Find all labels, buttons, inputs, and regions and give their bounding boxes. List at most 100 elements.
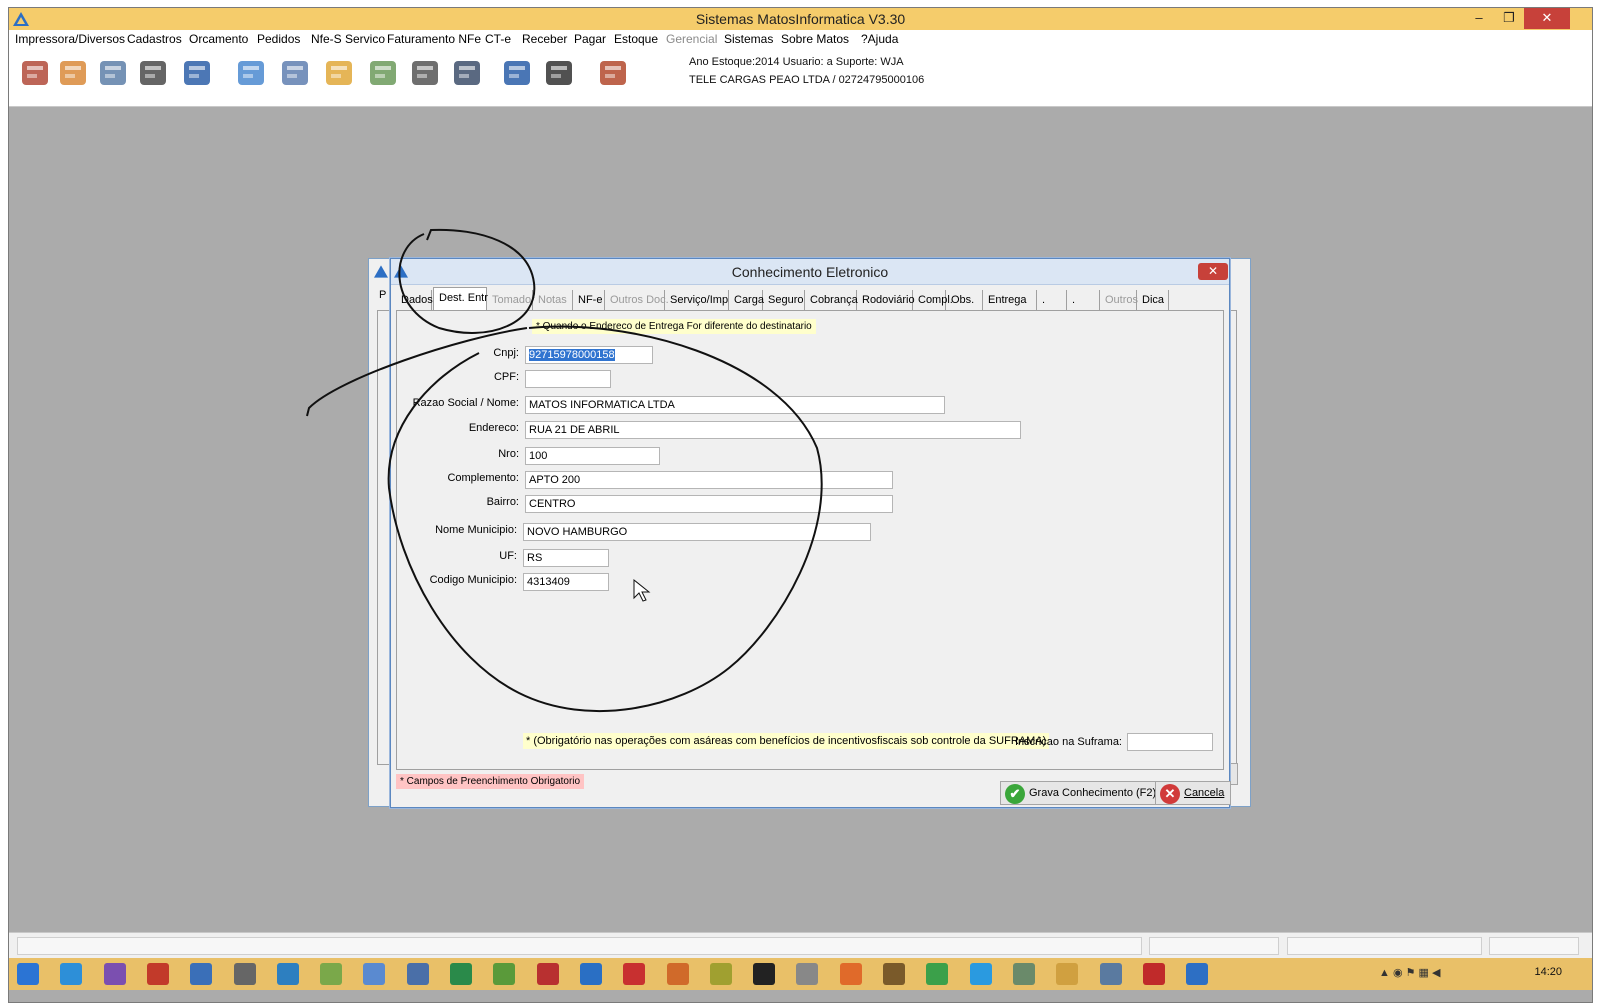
cancel-button-label: Cancela (1184, 787, 1225, 799)
menu-ajuda[interactable]: ?Ajuda (861, 32, 898, 46)
stamp-icon[interactable] (135, 55, 171, 91)
dialog-close-button[interactable]: ✕ (1198, 263, 1228, 280)
menu-receber[interactable]: Receber (522, 32, 567, 46)
calculator-icon[interactable] (541, 55, 577, 91)
app-icon[interactable] (450, 963, 472, 985)
tab-outros[interactable]: Outros (1100, 290, 1138, 310)
app-icon[interactable] (666, 963, 689, 985)
printer-icon[interactable] (95, 55, 131, 91)
start-icon[interactable] (17, 963, 39, 985)
tab-compl[interactable]: Compl. (913, 290, 953, 310)
firefox-icon[interactable] (839, 963, 862, 985)
app-icon[interactable] (579, 963, 602, 985)
app-icon[interactable] (276, 963, 299, 985)
razao-social-nome-value: MATOS INFORMATICA LTDA (529, 399, 675, 411)
menu-cadastros[interactable]: Cadastros (127, 32, 182, 46)
nfse-icon[interactable] (179, 55, 215, 91)
cancel-button[interactable]: ✕ Cancela (1155, 781, 1232, 805)
filezilla-icon[interactable] (146, 963, 169, 985)
ie-icon[interactable] (60, 963, 83, 985)
users-icon[interactable] (55, 55, 91, 91)
tab-dados[interactable]: Dados (396, 290, 433, 310)
suframa-input[interactable] (1127, 733, 1213, 751)
matos-icon[interactable] (1186, 963, 1209, 985)
document-icon[interactable] (277, 55, 313, 91)
menu-estoque[interactable]: Estoque (614, 32, 658, 46)
menu-pedidos[interactable]: Pedidos (257, 32, 300, 46)
menu-ct-e[interactable]: CT-e (485, 32, 511, 46)
tab-blank-15[interactable]: . (1067, 290, 1100, 310)
tray-icons[interactable]: ▲ ◉ ⚑ ▦ ◀ (1379, 966, 1440, 979)
checklist-icon[interactable] (407, 55, 443, 91)
pdf-icon[interactable] (1142, 963, 1165, 985)
minimize-button[interactable]: – (1464, 8, 1494, 29)
app-icon[interactable] (709, 963, 732, 985)
app-icon[interactable] (406, 963, 429, 985)
close-button[interactable]: ✕ (1524, 8, 1570, 29)
endereco-input[interactable]: RUA 21 DE ABRIL (525, 421, 1021, 439)
nro-input[interactable]: 100 (525, 447, 660, 465)
handshake-icon[interactable] (233, 55, 269, 91)
tab-entrega[interactable]: Entrega (983, 290, 1037, 310)
uf-input[interactable]: RS (523, 549, 609, 567)
tab-dest-entr[interactable]: Dest. Entr (433, 287, 488, 311)
folder-icon[interactable] (1056, 963, 1079, 985)
tab-nf-e[interactable]: NF-e (573, 290, 605, 310)
tab-carga[interactable]: Carga (729, 290, 764, 310)
skype-icon[interactable] (969, 963, 992, 985)
menu-sistemas[interactable]: Sistemas (724, 32, 773, 46)
app-icon[interactable] (753, 963, 776, 985)
app-icon[interactable] (493, 963, 516, 985)
clock[interactable]: 14:20 (1534, 966, 1562, 978)
dialog-titlebar[interactable]: Conhecimento Eletronico ✕ (391, 259, 1229, 285)
app-icon[interactable] (233, 963, 256, 985)
opera-icon[interactable] (536, 963, 559, 985)
status-bar (9, 932, 1592, 958)
razao-social-nome-input[interactable]: MATOS INFORMATICA LTDA (525, 396, 945, 414)
app-icon[interactable] (320, 963, 343, 985)
tab-obs[interactable]: Obs. (946, 290, 983, 310)
menu-sobre-matos[interactable]: Sobre Matos (781, 32, 849, 46)
restore-button[interactable]: ❐ (1494, 8, 1524, 29)
menu-impressora-diversos[interactable]: Impressora/Diversos (15, 32, 125, 46)
status-panel (1287, 937, 1482, 955)
tab-notas[interactable]: Notas (533, 290, 573, 310)
exit-icon[interactable] (595, 55, 631, 91)
tab-cobran-a[interactable]: Cobrança (805, 290, 858, 310)
nome-municipio-input[interactable]: NOVO HAMBURGO (523, 523, 871, 541)
tools-icon[interactable] (449, 55, 485, 91)
app-icon[interactable] (190, 963, 213, 985)
menu-nfe-s-servico[interactable]: Nfe-S Servico (311, 32, 385, 46)
app-icon[interactable] (1012, 963, 1035, 985)
bairro-input[interactable]: CENTRO (525, 495, 893, 513)
codigo-municipio-input[interactable]: 4313409 (523, 573, 609, 591)
menu-orcamento[interactable]: Orcamento (189, 32, 248, 46)
menu-pagar[interactable]: Pagar (574, 32, 606, 46)
app-icon[interactable] (883, 963, 905, 985)
save-icon[interactable] (499, 55, 535, 91)
app-icon[interactable] (363, 963, 386, 985)
save-button[interactable]: ✔ Grava Conhecimento (F2) (1000, 781, 1164, 805)
complemento-input[interactable]: APTO 200 (525, 471, 893, 489)
box-icon[interactable] (321, 55, 357, 91)
tab-rodovi-rio[interactable]: Rodoviário (857, 290, 915, 310)
gift-icon[interactable] (17, 55, 53, 91)
tab-seguro[interactable]: Seguro (763, 290, 805, 310)
menu-faturamento-nfe[interactable]: Faturamento NFe (387, 32, 481, 46)
chrome-icon[interactable] (926, 963, 949, 985)
tab-servi-o-imp[interactable]: Serviço/Imp (665, 290, 729, 310)
cnpj-input[interactable]: 92715978000158 (525, 346, 653, 364)
main-titlebar[interactable]: Sistemas MatosInformatica V3.30 – ❐ ✕ (9, 8, 1592, 30)
menu-gerencial[interactable]: Gerencial (666, 32, 717, 46)
mail-icon[interactable] (365, 55, 401, 91)
background-tab-stub[interactable]: P (379, 289, 386, 301)
cpf-input[interactable] (525, 370, 611, 388)
app-icon[interactable] (623, 963, 646, 985)
tab-dica[interactable]: Dica (1137, 290, 1169, 310)
visual-studio-icon[interactable] (103, 963, 126, 985)
tab-tomador[interactable]: Tomador (487, 290, 535, 310)
app-icon[interactable] (1099, 963, 1122, 985)
tab-blank-14[interactable]: . (1037, 290, 1067, 310)
tab-outros-doc[interactable]: Outros Doc. (605, 290, 669, 310)
app-icon[interactable] (796, 963, 819, 985)
